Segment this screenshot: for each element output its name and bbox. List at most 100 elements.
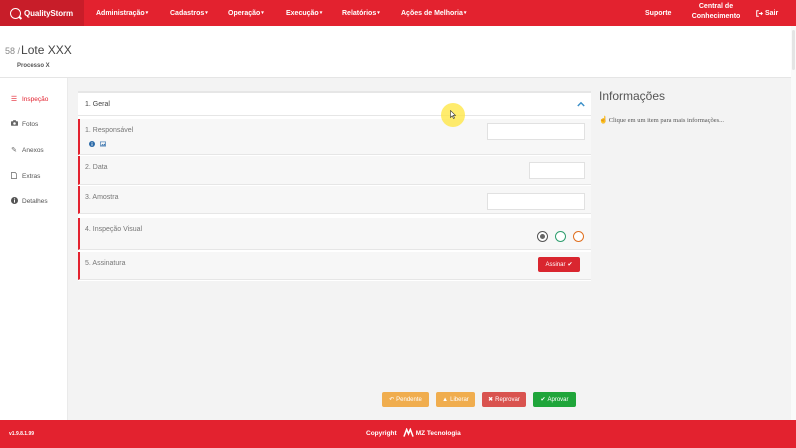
nav-label: Ações de Melhoria [401,9,463,17]
radio-option-gray[interactable] [537,231,548,242]
info-title: Informações [599,89,666,103]
field-label: 2. Data [85,164,108,171]
nav-label: Operação [228,9,261,17]
field-row-amostra: 3. Amostra [78,186,591,214]
nav-label: Execução [286,9,319,17]
field-label: 4. Inspeção Visual [85,226,143,233]
file-icon [10,172,18,181]
image-icon[interactable] [100,141,106,147]
caret-down-icon: ▾ [261,10,264,16]
nav-label-line2: Conhecimento [691,13,741,20]
sign-button-label: Assinar [545,261,566,268]
nav-cadastros[interactable]: Cadastros ▾ [170,0,208,26]
logout-link[interactable]: Sair [756,0,778,26]
nav-label: Sair [765,9,779,17]
nav-acoes-de-melhoria[interactable]: Ações de Melhoria ▾ [401,0,466,26]
nav-label-line1: Central de [698,3,734,10]
nav-label: Administração [96,9,145,17]
page-subtitle: Processo X [17,63,50,69]
responsavel-input[interactable] [487,123,585,140]
list-icon: ☰ [10,96,18,103]
reject-button[interactable]: ✖ Reprovar [482,392,526,407]
page-title-text: Lote XXX [21,43,72,57]
paperclip-icon: ✎ [11,147,17,154]
sidebar-item-label: Extras [22,173,41,180]
field-label: 5. Assinatura [85,260,126,267]
field-row-assinatura: 5. Assinatura Assinar ✔ [78,252,591,280]
field-row-inspecao-visual: 4. Inspeção Visual [78,218,591,250]
footer-copyright: Copyright MZ Tecnologia [366,428,461,438]
caret-down-icon: ▾ [463,10,467,16]
page-header: 58 / Lote XXX Processo X [0,26,796,78]
field-row-data: 2. Data [78,156,591,185]
scrollbar-thumb[interactable] [792,30,795,70]
info-icon[interactable] [89,141,95,147]
check-icon: ✔ [567,262,573,268]
info-icon [10,197,18,206]
field-row-responsavel: 1. Responsável [78,119,591,155]
caret-down-icon: ▾ [319,10,323,16]
nav-label: Cadastros [170,9,205,17]
info-hint-text: Clique em um item para mais informações.… [608,116,725,124]
nav-administracao[interactable]: Administração ▾ [96,0,148,26]
warning-icon: ▲ [442,396,449,403]
page-title-number: 58 / [5,46,21,56]
chevron-up-icon[interactable] [577,99,585,109]
caret-down-icon: ▾ [145,10,149,16]
company-name: MZ Tecnologia [415,429,461,437]
caret-down-icon: ▾ [205,10,208,16]
data-input[interactable] [529,162,585,179]
sidebar-item-label: Anexos [22,146,44,154]
brand-name: QualityStorm [24,8,74,18]
check-icon: ✔ [540,397,546,403]
release-button[interactable]: ▲ Liberar [436,392,475,407]
undo-icon: ↶ [389,397,395,403]
sidebar-item-label: Fotos [22,120,39,128]
section-geral-header[interactable]: 1. Geral [78,91,591,116]
radio-option-green[interactable] [555,231,566,242]
sign-out-icon [756,9,763,17]
sidebar-item-anexos[interactable]: ✎ Anexos [10,146,44,155]
field-label: 1. Responsável [85,127,134,134]
brand-logo[interactable]: QualityStorm [0,0,84,26]
nav-central-de-conhecimento[interactable]: Central de Conhecimento [682,2,750,22]
page-title: 58 / Lote XXX [5,43,72,57]
scrollbar-track[interactable] [791,26,796,420]
field-icons [89,141,106,147]
sidebar-item-label: Detalhes [22,198,48,205]
reject-button-label: Reprovar [495,396,520,403]
mz-tecnologia-logo-icon [402,428,414,437]
sidebar-item-inspecao[interactable]: ☰ Inspeção [10,95,49,104]
section-title: 1. Geral [85,101,110,108]
nav-label: Relatórios [342,9,377,17]
mouse-pointer-icon [450,110,456,119]
camera-icon [10,120,18,128]
amostra-input[interactable] [487,193,585,210]
nav-label: Suporte [645,9,672,17]
top-navbar: QualityStorm Administração ▾ Cadastros ▾ O… [0,0,796,26]
hand-pointer-icon: ☝ [599,116,608,124]
nav-relatorios[interactable]: Relatórios ▾ [342,0,380,26]
sidebar: ☰ Inspeção Fotos ✎ Anexos Extras Detalhe… [0,78,68,420]
sidebar-item-label: Inspeção [22,95,49,103]
nav-suporte[interactable]: Suporte [645,0,671,26]
close-icon: ✖ [488,397,494,403]
sidebar-item-fotos[interactable]: Fotos [10,120,38,128]
pending-button[interactable]: ↶ Pendente [382,392,429,407]
copyright-text: Copyright [366,429,397,437]
field-label: 3. Amostra [85,194,119,201]
sidebar-item-detalhes[interactable]: Detalhes [10,197,48,206]
sign-button[interactable]: Assinar ✔ [538,257,580,272]
quality-storm-logo-icon [10,7,21,19]
app-version: v1.9.8.1.99 [9,431,35,437]
nav-execucao[interactable]: Execução ▾ [286,0,322,26]
release-button-label: Liberar [450,396,469,403]
footer: v1.9.8.1.99 Copyright MZ Tecnologia [0,420,796,448]
info-hint: ☝ Clique em um item para mais informaçõe… [599,116,724,124]
approve-button[interactable]: ✔ Aprovar [533,392,576,407]
sidebar-item-extras[interactable]: Extras [10,172,40,181]
nav-operacao[interactable]: Operação ▾ [228,0,264,26]
pending-button-label: Pendente [396,396,422,403]
radio-option-orange[interactable] [573,231,584,242]
caret-down-icon: ▾ [377,10,380,16]
